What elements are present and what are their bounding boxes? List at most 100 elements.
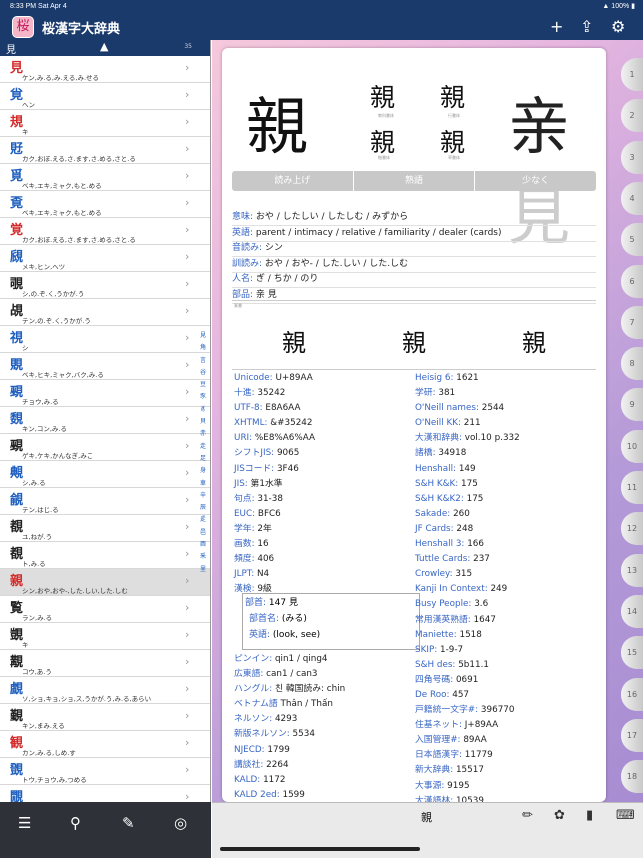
page-tab[interactable]: 1	[621, 58, 643, 91]
index-entry[interactable]: 走	[197, 441, 209, 453]
list-item[interactable]: 覔ベキ,エキ,ミャク,もと.める ›	[0, 191, 210, 218]
share-icon[interactable]: ⇪	[580, 17, 593, 36]
index-entry[interactable]: 辛	[197, 490, 209, 502]
page-tab[interactable]: 16	[621, 677, 643, 711]
index-entry[interactable]: 辵	[197, 514, 209, 526]
list-item[interactable]: 覬キ ›	[0, 623, 210, 650]
list-item[interactable]: 覛メキ,ヒン,ヘツ ›	[0, 245, 210, 272]
index-entry[interactable]: 赤	[197, 428, 209, 440]
list-item-reading: シ	[22, 344, 29, 352]
index-entry[interactable]: 釆	[197, 551, 209, 563]
list-item[interactable]: 観カン,み.る,しめ.す ›	[0, 731, 210, 758]
index-entry[interactable]: 貝	[197, 416, 209, 428]
reading-value: parent / intimacy / relative / familiari…	[255, 227, 502, 238]
index-entry[interactable]: 谷	[197, 367, 209, 379]
code-row: 諸橋: 34918	[415, 446, 520, 461]
index-entry[interactable]: 角	[197, 342, 209, 354]
index-entry[interactable]: 邑	[197, 527, 209, 539]
list-item[interactable]: 覲キン,まみ.える ›	[0, 704, 210, 731]
flower-icon[interactable]: ✿	[554, 808, 565, 823]
list-item[interactable]: 覴トウ,チョウ,み,つめる ›	[0, 758, 210, 785]
code-row: ハングル: 친 韓国読み: chin	[234, 682, 345, 697]
index-entry[interactable]: 足	[197, 453, 209, 465]
code-label: O'Neill names:	[415, 403, 479, 414]
page-tab[interactable]: 12	[621, 512, 643, 546]
list-item[interactable]: 視シ ›	[0, 326, 210, 353]
list-item[interactable]: 親シン,おや,おや-,した.しい,した.しむ ›	[0, 569, 210, 596]
page-tab[interactable]: 3	[621, 140, 643, 174]
keyboard-icon[interactable]: ⌨	[616, 808, 635, 823]
pencil-icon[interactable]: ✏	[522, 808, 533, 823]
code-row: JLPT: N4	[234, 567, 315, 582]
stroke-icon[interactable]: ▮	[586, 808, 593, 823]
brush-icon[interactable]: ✎	[122, 814, 135, 832]
list-item[interactable]: 覡チョウ,み.る ›	[0, 380, 210, 407]
list-item[interactable]: 覵カン,ケン,ヘン,エン,み.る,うかが.う,ま.ぎる›	[0, 785, 210, 802]
index-entry[interactable]: 辰	[197, 502, 209, 514]
index-entry[interactable]: 豸	[197, 404, 209, 416]
page-tab[interactable]: 4	[621, 181, 643, 215]
code-row: 大事源: 9195	[415, 779, 520, 794]
page-tab[interactable]: 8	[621, 347, 643, 381]
list-item[interactable]: 覰ソ,ショ,キョ,ショ,ス,うかが.う,み.る,あらい ›	[0, 677, 210, 704]
index-entry[interactable]: 身	[197, 465, 209, 477]
index-entry[interactable]: 言	[197, 355, 209, 367]
index-entry[interactable]: 豕	[197, 391, 209, 403]
page-tab[interactable]: 17	[621, 718, 643, 752]
page-tab[interactable]: 5	[621, 223, 643, 257]
plus-icon[interactable]: +	[550, 17, 563, 36]
radical-box[interactable]: 部首: 147 見部首名: (みる) 英語: (look, see)	[242, 593, 420, 650]
page-tab[interactable]: 18	[621, 760, 643, 794]
index-scrubber[interactable]: 見角言谷豆豕豸貝赤走足身車辛辰辵邑酉釆里	[197, 330, 209, 576]
page-tab[interactable]: 13	[621, 553, 643, 587]
chevron-right-icon: ›	[185, 763, 190, 776]
list-item[interactable]: 覡ゲキ,ケキ,かんなぎ,みこ ›	[0, 434, 210, 461]
list-item[interactable]: 覣キン,コン,み.る ›	[0, 407, 210, 434]
collapse-arrow-icon[interactable]: ▲	[100, 40, 108, 53]
gear-icon[interactable]: ⚙	[611, 17, 625, 36]
index-entry[interactable]: 豆	[197, 379, 209, 391]
list-item[interactable]: 見ケン,み.る,み.える,み.せる ›	[0, 56, 210, 83]
list-item[interactable]: 覩ユ,ねが.う ›	[0, 515, 210, 542]
code-value: 1172	[263, 774, 286, 785]
list-header[interactable]: 見 ▲ 35	[0, 40, 210, 56]
compounds-button[interactable]: 熟語	[354, 171, 476, 191]
chevron-right-icon: ›	[185, 682, 190, 695]
list-item-reading: ケン,み.る,み.える,み.せる	[22, 74, 100, 82]
chevron-right-icon: ›	[185, 709, 190, 722]
page-tab[interactable]: 7	[621, 305, 643, 339]
list-item[interactable]: 覚カク,おぼ.える,さ.ます,さ.める,さと.る ›	[0, 218, 210, 245]
chevron-right-icon: ›	[185, 358, 190, 371]
page-tab[interactable]: 9	[621, 388, 643, 422]
list-item[interactable]: 覩ト,み.る ›	[0, 542, 210, 569]
list-item[interactable]: 覍ヘン ›	[0, 83, 210, 110]
list-item[interactable]: 覦テン,はじ.る ›	[0, 488, 210, 515]
list-item[interactable]: 覘テン,の.ぞ.く,うかが.う ›	[0, 299, 210, 326]
list-icon[interactable]: ☰	[18, 814, 31, 832]
page-tab[interactable]: 14	[621, 594, 643, 628]
page-tab[interactable]: 11	[621, 471, 643, 504]
list-item[interactable]: 覞ベキ,ヒキ,ミャク,バク,み.る ›	[0, 353, 210, 380]
index-entry[interactable]: 里	[197, 564, 209, 576]
index-entry[interactable]: 酉	[197, 539, 209, 551]
index-entry[interactable]: 見	[197, 330, 209, 342]
list-item[interactable]: 規キ ›	[0, 110, 210, 137]
list-item[interactable]: 覎カク,おぼ.える,さ.ます,さ.める,さと.る ›	[0, 137, 210, 164]
page-tab[interactable]: 6	[621, 264, 643, 298]
list-item[interactable]: 覧ラン,み.る ›	[0, 596, 210, 623]
list-item[interactable]: 覓ベキ,エキ,ミャク,もと.める ›	[0, 164, 210, 191]
search-icon[interactable]: ⚲	[70, 814, 81, 832]
code-value: 211	[463, 418, 481, 429]
list-item[interactable]: 覥シ,み.る ›	[0, 461, 210, 488]
list-item[interactable]: 覗シ,の.ぞ.く,うかが.う ›	[0, 272, 210, 299]
detail-card: 親 親 教科書体 親 行書体 親 楷書体 親 草書体 亲見 読み上げ 熟語 少な…	[222, 48, 606, 802]
speak-button[interactable]: 読み上げ	[232, 171, 354, 191]
less-button[interactable]: 少なく	[475, 171, 596, 191]
code-row: JF Cards: 248	[415, 522, 520, 537]
page-tab[interactable]: 15	[621, 636, 643, 670]
index-entry[interactable]: 車	[197, 478, 209, 490]
list-item[interactable]: 覯コウ,あ.う ›	[0, 650, 210, 677]
page-tab[interactable]: 2	[621, 99, 643, 133]
page-tab[interactable]: 10	[621, 429, 643, 463]
radical-icon[interactable]: ◎	[174, 814, 187, 832]
